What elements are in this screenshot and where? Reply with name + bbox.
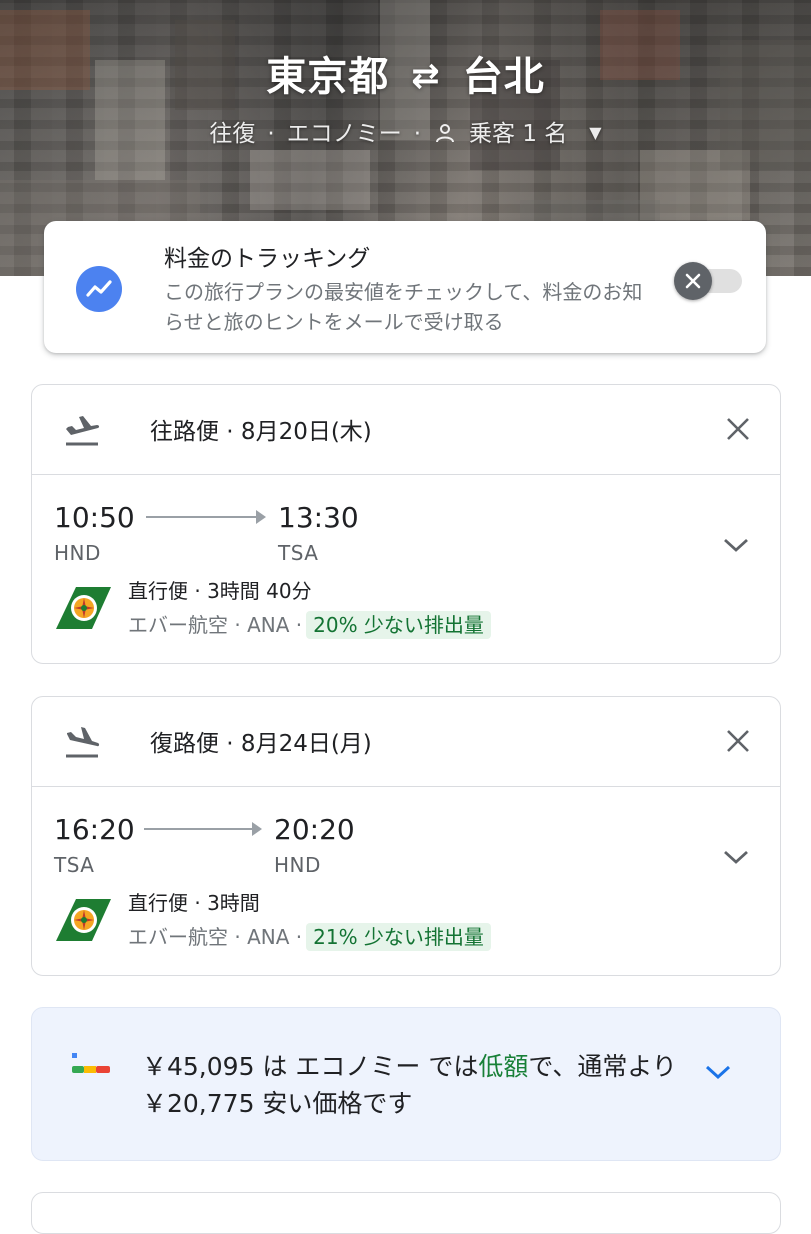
next-card-partial bbox=[31, 1192, 781, 1234]
toggle-off-icon[interactable] bbox=[674, 262, 712, 300]
passenger-count[interactable]: 乗客 1 名 bbox=[469, 121, 567, 147]
tracking-title: 料金のトラッキング bbox=[164, 246, 371, 272]
destination-city[interactable]: 台北 bbox=[463, 54, 545, 100]
arrival-airport: TSA bbox=[278, 541, 319, 565]
flight-duration: 直行便 · 3時間 40分 bbox=[128, 579, 312, 603]
tracking-description: この旅行プランの最安値をチェックして、料金のお知らせと旅のヒントをメールで受け取… bbox=[164, 280, 643, 334]
airline-info: エバー航空 · ANA · 20% 少ない排出量 bbox=[128, 609, 491, 639]
origin-city[interactable]: 東京都 bbox=[266, 54, 389, 100]
trend-line-icon bbox=[76, 266, 122, 312]
flight-duration: 直行便 · 3時間 bbox=[128, 891, 260, 915]
return-flight-card: 復路便 · 8月24日(月) 16:20 TSA 20:20 HND 直行便 ·… bbox=[31, 696, 781, 976]
trip-type[interactable]: 往復 bbox=[209, 121, 255, 147]
flight-title: 復路便 · 8月24日(月) bbox=[150, 731, 372, 757]
cabin-class[interactable]: エコノミー bbox=[287, 121, 402, 147]
outbound-flight-card: 往路便 · 8月20日(木) 10:50 HND 13:30 TSA 直行便 ·… bbox=[31, 384, 781, 664]
close-icon[interactable] bbox=[724, 415, 752, 443]
separator-dot: · bbox=[267, 121, 275, 147]
departure-airport: TSA bbox=[54, 853, 95, 877]
price-insight-text: ￥45,095 は エコノミー では低額で、通常より ￥20,775 安い価格で… bbox=[142, 1048, 682, 1122]
airline-names: エバー航空 · ANA · bbox=[128, 613, 303, 637]
route-arrow-line bbox=[146, 516, 256, 518]
eva-air-logo-icon bbox=[56, 587, 111, 629]
arrival-airport: HND bbox=[274, 853, 321, 877]
price-insight-banner[interactable]: ￥45,095 は エコノミー では低額で、通常より ￥20,775 安い価格で… bbox=[31, 1007, 781, 1161]
route-arrow-head bbox=[256, 510, 266, 524]
swap-arrows-icon[interactable]: ⇄ bbox=[411, 56, 441, 96]
route-title[interactable]: 東京都 ⇄ 台北 bbox=[0, 44, 811, 102]
flight-title: 往路便 · 8月20日(木) bbox=[150, 419, 372, 445]
emissions-badge: 21% 少ない排出量 bbox=[306, 923, 491, 951]
separator-dot: · bbox=[413, 121, 422, 147]
takeoff-icon bbox=[66, 416, 100, 446]
arrival-time: 20:20 bbox=[274, 813, 355, 846]
price-tracking-card: 料金のトラッキング この旅行プランの最安値をチェックして、料金のお知らせと旅のヒ… bbox=[44, 221, 766, 353]
airline-names: エバー航空 · ANA · bbox=[128, 925, 303, 949]
route-arrow-head bbox=[252, 822, 262, 836]
price-text-before: ￥45,095 は エコノミー では bbox=[142, 1052, 479, 1081]
close-icon[interactable] bbox=[724, 727, 752, 755]
airline-info: エバー航空 · ANA · 21% 少ない排出量 bbox=[128, 921, 491, 951]
price-level-label: 低額 bbox=[478, 1052, 529, 1081]
price-level-icon bbox=[72, 1053, 110, 1073]
eva-air-logo-icon bbox=[56, 899, 111, 941]
flight-card-header: 往路便 · 8月20日(木) bbox=[32, 385, 780, 475]
trip-options[interactable]: 往復 · エコノミー · 乗客 1 名 ▼ bbox=[0, 114, 811, 148]
chevron-down-icon[interactable] bbox=[722, 535, 750, 555]
landing-icon bbox=[66, 727, 100, 758]
departure-airport: HND bbox=[54, 541, 101, 565]
dropdown-arrow-icon[interactable]: ▼ bbox=[589, 123, 601, 142]
chevron-down-icon[interactable] bbox=[704, 1062, 732, 1082]
flight-card-header: 復路便 · 8月24日(月) bbox=[32, 697, 780, 787]
route-arrow-line bbox=[144, 828, 252, 830]
departure-time: 16:20 bbox=[54, 813, 135, 846]
person-icon bbox=[436, 124, 455, 143]
chevron-down-icon[interactable] bbox=[722, 847, 750, 867]
emissions-badge: 20% 少ない排出量 bbox=[306, 611, 491, 639]
arrival-time: 13:30 bbox=[278, 501, 359, 534]
departure-time: 10:50 bbox=[54, 501, 135, 534]
